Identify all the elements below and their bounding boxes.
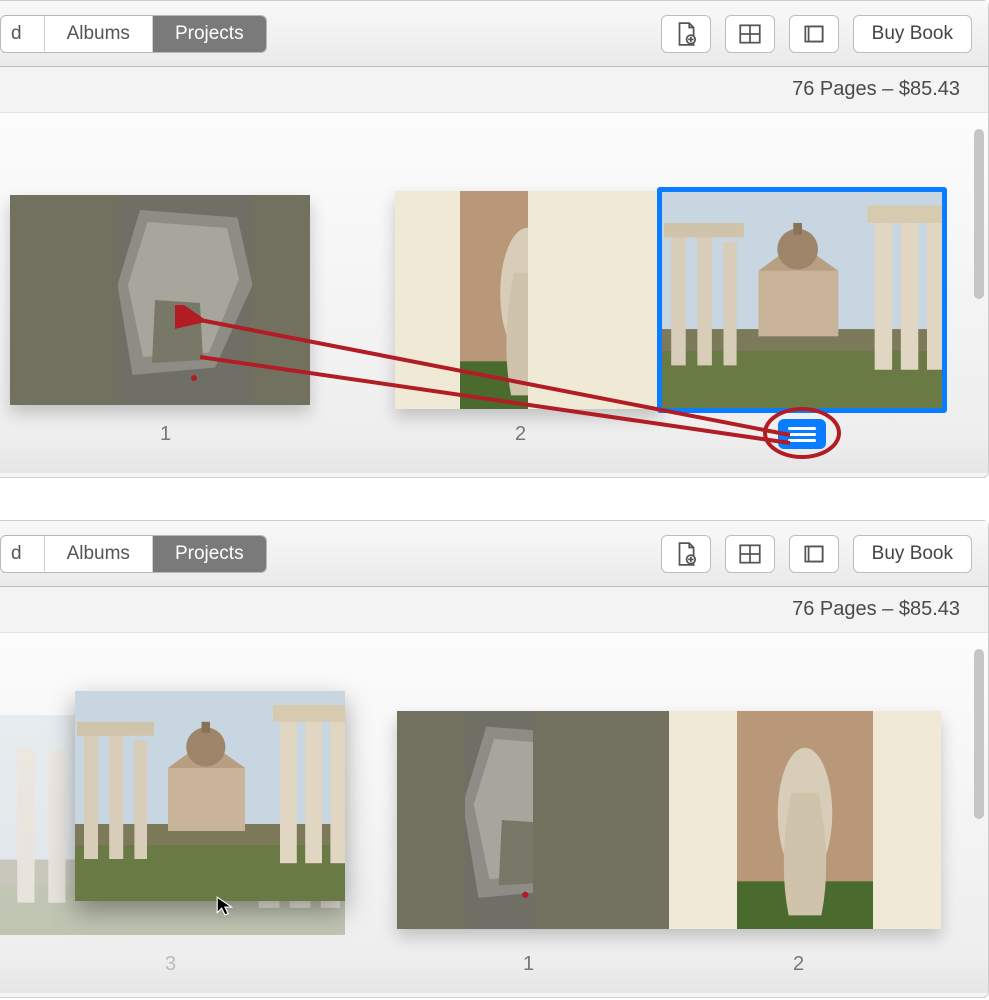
vertical-scrollbar[interactable] xyxy=(974,129,984,299)
page-1-left[interactable] xyxy=(397,711,533,929)
book-settings-icon xyxy=(801,541,827,567)
toolbar: d Albums Projects Buy xyxy=(0,1,988,67)
tab-projects[interactable]: Projects xyxy=(153,16,266,52)
view-segmented-control: d Albums Projects xyxy=(0,15,267,53)
add-page-button[interactable] xyxy=(661,535,711,573)
tab-albums[interactable]: Albums xyxy=(45,536,153,572)
photo-statue xyxy=(737,711,873,929)
caption-lines-icon xyxy=(788,427,816,430)
toolbar: d Albums Projects Buy xyxy=(0,521,988,587)
photos-book-window-before: d Albums Projects Buy xyxy=(0,0,989,478)
page-2-label: 2 xyxy=(515,423,526,446)
info-bar: 76 Pages – $85.43 xyxy=(0,587,988,633)
vertical-scrollbar[interactable] xyxy=(974,649,984,819)
tab-albums[interactable]: Albums xyxy=(45,16,153,52)
page-count-price: 76 Pages – $85.43 xyxy=(792,78,960,101)
layout-grid-icon xyxy=(737,21,763,47)
page-2-left[interactable] xyxy=(395,191,528,409)
photos-book-window-after: d Albums Projects Buy xyxy=(0,520,989,998)
tab-prev-partial[interactable]: d xyxy=(1,536,45,572)
info-bar: 76 Pages – $85.43 xyxy=(0,67,988,113)
tab-prev-partial[interactable]: d xyxy=(1,16,45,52)
page-1-right[interactable] xyxy=(160,195,310,405)
page-1-label: 1 xyxy=(160,423,171,446)
photo-roman-forum xyxy=(75,691,345,901)
page-2-spread[interactable] xyxy=(395,191,661,409)
book-settings-button[interactable] xyxy=(789,535,839,573)
page-count-price: 76 Pages – $85.43 xyxy=(792,598,960,621)
buy-book-button[interactable]: Buy Book xyxy=(853,535,972,573)
page-1-right[interactable] xyxy=(533,711,669,929)
add-page-icon xyxy=(673,21,699,47)
layout-grid-icon xyxy=(737,541,763,567)
spread-area[interactable]: 1 xyxy=(0,113,988,473)
caption-toggle-button[interactable] xyxy=(778,419,826,449)
page-2-right-photo-slot[interactable] xyxy=(661,191,943,409)
photo-roman-forum xyxy=(661,191,943,409)
toolbar-right-group: Buy Book xyxy=(661,535,972,573)
page-1-label: 1 xyxy=(523,953,534,976)
tab-projects[interactable]: Projects xyxy=(153,536,266,572)
book-settings-button[interactable] xyxy=(789,15,839,53)
page-2-label: 2 xyxy=(793,953,804,976)
page-2-middle-gap[interactable] xyxy=(528,191,661,409)
photo-stone-block xyxy=(118,195,252,405)
mouse-cursor-icon xyxy=(215,895,237,917)
spread-area[interactable]: 3 xyxy=(0,633,988,993)
layout-button[interactable] xyxy=(725,535,775,573)
drag-ghost-page[interactable] xyxy=(75,691,345,901)
add-page-button[interactable] xyxy=(661,15,711,53)
page-1-2-spread[interactable] xyxy=(397,711,941,929)
buy-book-button[interactable]: Buy Book xyxy=(853,15,972,53)
page-2-right[interactable] xyxy=(805,711,941,929)
add-page-icon xyxy=(673,541,699,567)
layout-button[interactable] xyxy=(725,15,775,53)
book-settings-icon xyxy=(801,21,827,47)
view-segmented-control: d Albums Projects xyxy=(0,535,267,573)
page-1-spread[interactable] xyxy=(10,195,310,405)
page-3-label: 3 xyxy=(165,953,176,976)
toolbar-right-group: Buy Book xyxy=(661,15,972,53)
